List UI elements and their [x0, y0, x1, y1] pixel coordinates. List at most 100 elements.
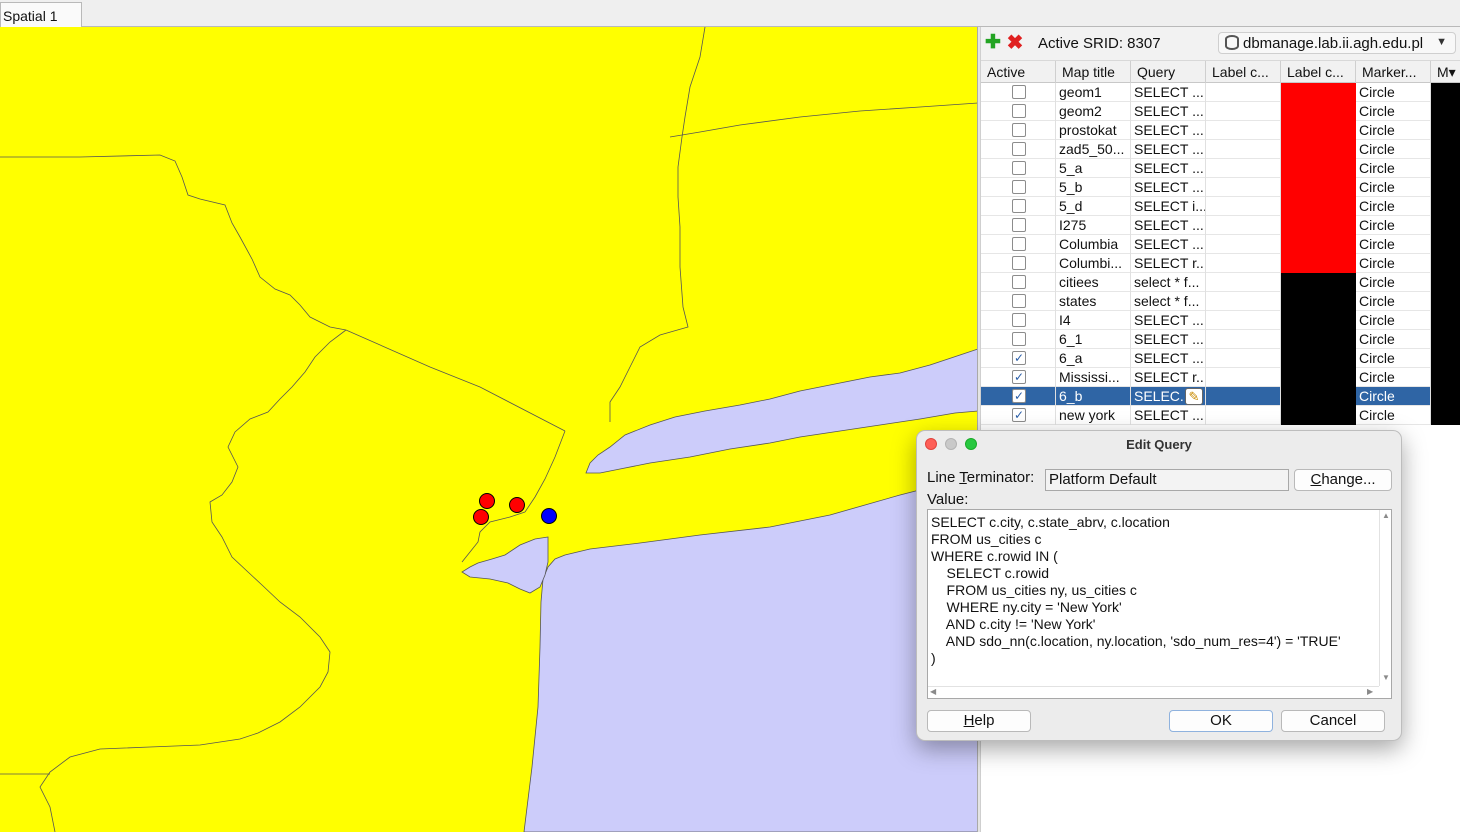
layer-row[interactable]: prostokat SELECT ... Circle	[981, 121, 1460, 140]
active-checkbox[interactable]	[1012, 275, 1026, 289]
label-column-cell[interactable]	[1206, 387, 1281, 406]
marker-color-swatch[interactable]	[1431, 387, 1460, 406]
marker-color-swatch[interactable]	[1431, 273, 1460, 292]
label-column-cell[interactable]	[1206, 216, 1281, 235]
marker-cell[interactable]: Circle	[1356, 83, 1431, 102]
active-checkbox[interactable]	[1012, 161, 1026, 175]
query-textarea[interactable]: SELECT c.city, c.state_abrv, c.location …	[927, 509, 1392, 699]
label-column-cell[interactable]	[1206, 159, 1281, 178]
map-title-cell[interactable]: I4	[1056, 311, 1131, 330]
active-checkbox[interactable]: ✓	[1012, 370, 1026, 384]
query-cell[interactable]: SELECT ...	[1131, 159, 1206, 178]
query-cell[interactable]: SELECT ...	[1131, 216, 1206, 235]
layer-row[interactable]: I275 SELECT ... Circle	[981, 216, 1460, 235]
scroll-right-icon[interactable]: ▶	[1367, 687, 1373, 696]
help-button[interactable]: Help	[927, 710, 1031, 732]
marker-color-swatch[interactable]	[1431, 292, 1460, 311]
label-column-cell[interactable]	[1206, 235, 1281, 254]
marker-cell[interactable]: Circle	[1356, 178, 1431, 197]
pencil-icon[interactable]: ✎	[1185, 388, 1203, 405]
map-title-cell[interactable]: states	[1056, 292, 1131, 311]
connection-dropdown[interactable]: dbmanage.lab.ii.agh.edu.pl ▼	[1218, 32, 1456, 54]
query-cell[interactable]: SELECT r...	[1131, 368, 1206, 387]
layer-row[interactable]: ✓ Mississi... SELECT r... Circle	[981, 368, 1460, 387]
marker-color-swatch[interactable]	[1431, 140, 1460, 159]
layer-row[interactable]: zad5_50... SELECT ... Circle	[981, 140, 1460, 159]
layer-row[interactable]: ✓ 6_a SELECT ... Circle	[981, 349, 1460, 368]
label-column-cell[interactable]	[1206, 254, 1281, 273]
scroll-up-icon[interactable]: ▲	[1382, 511, 1390, 520]
layer-row[interactable]: geom2 SELECT ... Circle	[981, 102, 1460, 121]
label-color-swatch[interactable]	[1281, 349, 1356, 368]
ok-button[interactable]: OK	[1169, 710, 1273, 732]
marker-color-swatch[interactable]	[1431, 406, 1460, 425]
cancel-button[interactable]: Cancel	[1281, 710, 1385, 732]
map-title-cell[interactable]: 5_b	[1056, 178, 1131, 197]
marker-color-swatch[interactable]	[1431, 121, 1460, 140]
layer-row[interactable]: ✓ 6_b SELEC... Circle ✎	[981, 387, 1460, 406]
marker-color-swatch[interactable]	[1431, 83, 1460, 102]
column-header-map-title[interactable]: Map title	[1056, 61, 1131, 83]
active-checkbox[interactable]: ✓	[1012, 389, 1026, 403]
label-color-swatch[interactable]	[1281, 387, 1356, 406]
label-color-swatch[interactable]	[1281, 406, 1356, 425]
marker-cell[interactable]: Circle	[1356, 292, 1431, 311]
marker-cell[interactable]: Circle	[1356, 368, 1431, 387]
query-cell[interactable]: SELECT ...	[1131, 121, 1206, 140]
label-color-swatch[interactable]	[1281, 121, 1356, 140]
query-cell[interactable]: SELECT ...	[1131, 140, 1206, 159]
label-color-swatch[interactable]	[1281, 83, 1356, 102]
active-checkbox[interactable]	[1012, 313, 1026, 327]
line-terminator-field[interactable]: Platform Default	[1045, 469, 1289, 491]
query-cell[interactable]: SELECT i...	[1131, 197, 1206, 216]
marker-cell[interactable]: Circle	[1356, 406, 1431, 425]
marker-color-swatch[interactable]	[1431, 349, 1460, 368]
marker-color-swatch[interactable]	[1431, 159, 1460, 178]
label-color-swatch[interactable]	[1281, 102, 1356, 121]
label-color-swatch[interactable]	[1281, 368, 1356, 387]
map-title-cell[interactable]: 6_1	[1056, 330, 1131, 349]
map-title-cell[interactable]: zad5_50...	[1056, 140, 1131, 159]
marker-cell[interactable]: Circle	[1356, 197, 1431, 216]
map-title-cell[interactable]: 6_a	[1056, 349, 1131, 368]
layer-row[interactable]: citiees select * f... Circle	[981, 273, 1460, 292]
column-header-label-color[interactable]: Label c...	[1281, 61, 1356, 83]
tab-spatial-1[interactable]: Spatial 1	[0, 2, 82, 27]
layer-row[interactable]: geom1 SELECT ... Circle	[981, 83, 1460, 102]
query-cell[interactable]: SELECT ...	[1131, 83, 1206, 102]
map-title-cell[interactable]: Mississi...	[1056, 368, 1131, 387]
marker-cell[interactable]: Circle	[1356, 102, 1431, 121]
marker-cell[interactable]: Circle	[1356, 140, 1431, 159]
label-color-swatch[interactable]	[1281, 254, 1356, 273]
marker-cell[interactable]: Circle	[1356, 159, 1431, 178]
label-color-swatch[interactable]	[1281, 292, 1356, 311]
active-checkbox[interactable]	[1012, 123, 1026, 137]
map-title-cell[interactable]: 5_a	[1056, 159, 1131, 178]
map-title-cell[interactable]: citiees	[1056, 273, 1131, 292]
label-column-cell[interactable]	[1206, 292, 1281, 311]
active-checkbox[interactable]	[1012, 237, 1026, 251]
marker-cell[interactable]: Circle	[1356, 121, 1431, 140]
query-text[interactable]: SELECT c.city, c.state_abrv, c.location …	[931, 514, 1341, 667]
marker-cell[interactable]: Circle	[1356, 254, 1431, 273]
label-color-swatch[interactable]	[1281, 330, 1356, 349]
label-column-cell[interactable]	[1206, 83, 1281, 102]
query-cell[interactable]: SELECT ...	[1131, 311, 1206, 330]
active-checkbox[interactable]: ✓	[1012, 351, 1026, 365]
label-column-cell[interactable]	[1206, 197, 1281, 216]
map-title-cell[interactable]: new york	[1056, 406, 1131, 425]
label-column-cell[interactable]	[1206, 178, 1281, 197]
layer-row[interactable]: 6_1 SELECT ... Circle	[981, 330, 1460, 349]
layer-row[interactable]: Columbia SELECT ... Circle	[981, 235, 1460, 254]
map-title-cell[interactable]: 6_b	[1056, 387, 1131, 406]
marker-color-swatch[interactable]	[1431, 178, 1460, 197]
active-checkbox[interactable]	[1012, 294, 1026, 308]
layer-row[interactable]: 5_d SELECT i... Circle	[981, 197, 1460, 216]
label-column-cell[interactable]	[1206, 406, 1281, 425]
label-color-swatch[interactable]	[1281, 235, 1356, 254]
marker-color-swatch[interactable]	[1431, 368, 1460, 387]
marker-color-swatch[interactable]	[1431, 197, 1460, 216]
column-header-more[interactable]: M▾	[1431, 61, 1460, 83]
marker-cell[interactable]: Circle	[1356, 330, 1431, 349]
label-color-swatch[interactable]	[1281, 216, 1356, 235]
